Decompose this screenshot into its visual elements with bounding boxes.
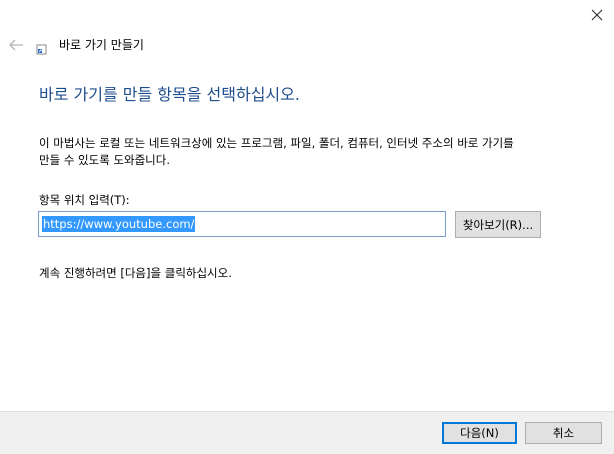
next-button[interactable]: 다음(N) — [442, 422, 517, 444]
create-shortcut-wizard: 바로 가기 만들기 바로 가기를 만들 항목을 선택하십시오. 이 마법사는 로… — [0, 0, 614, 454]
wizard-description: 이 마법사는 로컬 또는 네트워크상에 있는 프로그램, 파일, 폴더, 컴퓨터… — [39, 135, 579, 169]
cancel-button[interactable]: 취소 — [525, 422, 602, 444]
close-icon — [591, 9, 603, 21]
wizard-footer: 다음(N) 취소 — [0, 411, 614, 454]
description-line-2: 만들 수 있도록 도와줍니다. — [39, 153, 171, 167]
back-button[interactable] — [6, 36, 26, 54]
description-line-1: 이 마법사는 로컬 또는 네트워크상에 있는 프로그램, 파일, 폴더, 컴퓨터… — [39, 136, 514, 150]
close-button[interactable] — [586, 4, 608, 26]
location-input[interactable]: https://www.youtube.com/ — [38, 211, 446, 237]
wizard-title: 바로 가기 만들기 — [59, 38, 144, 52]
browse-button[interactable]: 찾아보기(R)... — [455, 211, 541, 238]
shortcut-icon — [36, 40, 47, 55]
continue-instruction: 계속 진행하려면 [다음]을 클릭하십시오. — [39, 266, 232, 280]
page-heading: 바로 가기를 만들 항목을 선택하십시오. — [39, 85, 300, 104]
back-arrow-icon — [8, 36, 24, 55]
location-label: 항목 위치 입력(T): — [39, 193, 130, 207]
location-input-value: https://www.youtube.com/ — [42, 216, 196, 232]
